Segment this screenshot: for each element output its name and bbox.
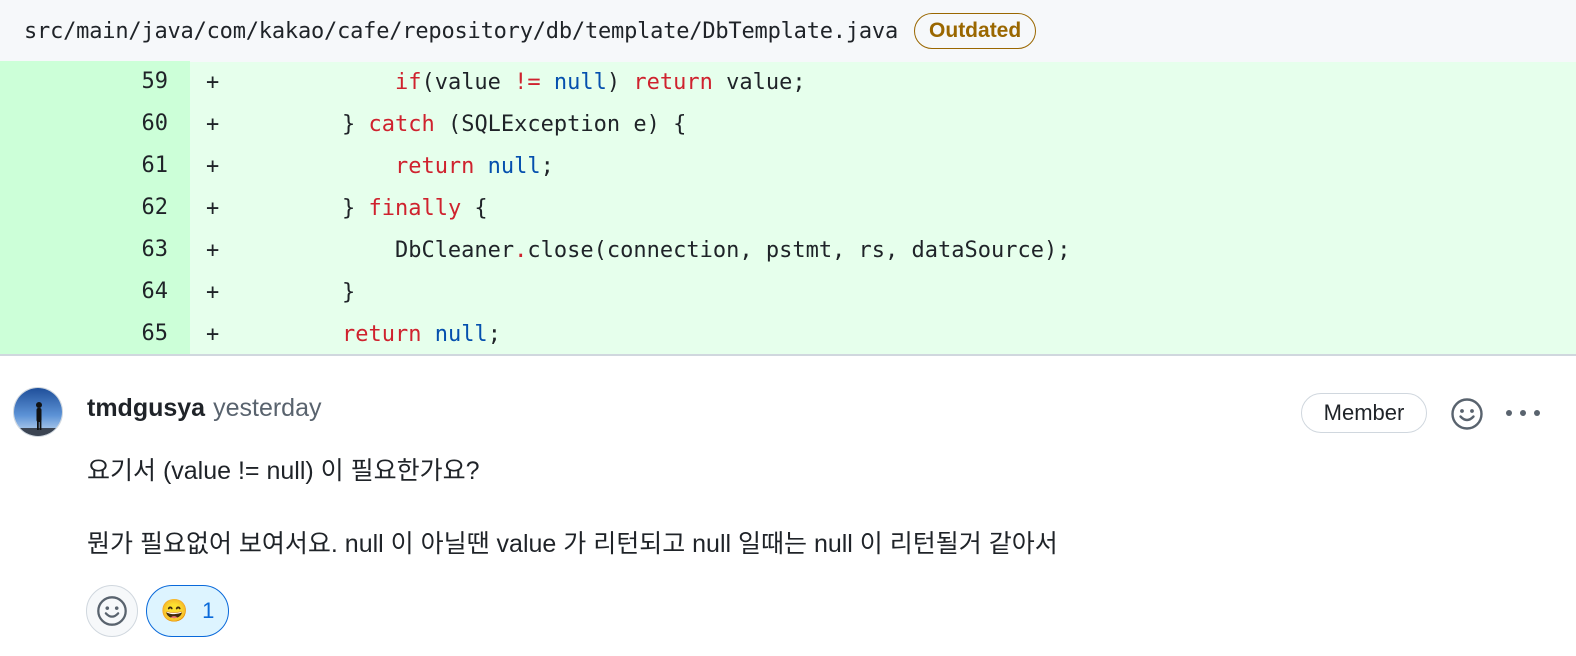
code-keyword: catch [368, 111, 435, 137]
code-text: ) [606, 69, 634, 95]
file-path[interactable]: src/main/java/com/kakao/cafe/repository/… [24, 19, 898, 44]
divider [0, 354, 1576, 356]
user-avatar-image [14, 388, 62, 436]
code-text: DbCleaner [394, 237, 515, 263]
diff-marker: + [206, 279, 220, 305]
diff-marker: + [206, 237, 220, 263]
diff-line: 64 + } [0, 271, 1576, 313]
code-text: value; [712, 69, 806, 95]
kebab-horizontal-icon [1506, 410, 1540, 416]
line-number[interactable]: 64 [0, 271, 190, 313]
line-number[interactable]: 63 [0, 229, 190, 271]
code-literal: null [421, 321, 488, 347]
line-number[interactable]: 62 [0, 187, 190, 229]
code-literal: null [540, 69, 607, 95]
smiley-icon [97, 596, 127, 626]
code-text: { [461, 195, 488, 221]
code-text: close(connection, pstmt, rs, dataSource)… [527, 237, 1071, 263]
comment-meta: tmdgusya yesterday [87, 394, 321, 423]
code-text: (value [421, 69, 515, 95]
code-keyword: return [341, 321, 422, 347]
avatar[interactable] [13, 387, 63, 437]
diff-line: 59 + if(value != null) return value; [0, 61, 1576, 103]
diff-line: 65 + return null; [0, 313, 1576, 355]
reaction-smile-button[interactable]: 😄 1 [146, 585, 229, 637]
add-reaction-button[interactable] [1449, 396, 1485, 432]
diff-marker: + [206, 195, 220, 221]
code-text: } [341, 111, 369, 137]
line-number[interactable]: 61 [0, 145, 190, 187]
diff-marker: + [206, 111, 220, 137]
diff-line: 61 + return null; [0, 145, 1576, 187]
code-line: DbCleaner.close(connection, pstmt, rs, d… [236, 237, 1071, 263]
code-keyword: != [514, 69, 541, 95]
file-header: src/main/java/com/kakao/cafe/repository/… [0, 0, 1576, 62]
diff-marker: + [206, 321, 220, 347]
code-line: return null; [236, 322, 501, 347]
code-keyword: . [514, 237, 528, 263]
code-text: } [341, 279, 356, 305]
code-text: ; [487, 321, 501, 347]
comment-paragraph-1: 요기서 (value != null) 이 필요한가요? [87, 457, 480, 485]
code-text: } [341, 195, 369, 221]
diff-line: 62 + } finally { [0, 187, 1576, 229]
grinning-face-icon: 😄 [160, 598, 189, 623]
add-reaction-button-footer[interactable] [86, 585, 138, 637]
code-line: } finally { [236, 196, 488, 221]
member-badge: Member [1301, 393, 1427, 433]
outdated-badge: Outdated [914, 13, 1037, 49]
code-line: } catch (SQLException e) { [236, 112, 686, 137]
line-number[interactable]: 60 [0, 103, 190, 145]
code-keyword: if [394, 69, 422, 95]
code-keyword: return [394, 153, 475, 179]
code-keyword: return [633, 69, 713, 95]
code-literal: null [474, 153, 541, 179]
comment-paragraph-2: 뭔가 필요없어 보여서요. null 이 아닐땐 value 가 리턴되고 nu… [87, 530, 1058, 558]
diff-line: 63 + DbCleaner.close(connection, pstmt, r… [0, 229, 1576, 271]
code-line: } [236, 280, 355, 305]
comment-author[interactable]: tmdgusya [87, 394, 205, 423]
code-text: (SQLException e) { [434, 111, 687, 137]
diff-marker: + [206, 69, 220, 95]
reaction-count: 1 [202, 598, 215, 623]
code-text: ; [540, 153, 554, 179]
code-line: return null; [236, 154, 554, 179]
line-number[interactable]: 65 [0, 313, 190, 355]
code-line: if(value != null) return value; [236, 70, 806, 95]
smiley-icon [1451, 398, 1483, 430]
line-number[interactable]: 59 [0, 61, 190, 103]
more-options-button[interactable] [1503, 398, 1543, 428]
comment-timestamp[interactable]: yesterday [213, 394, 321, 423]
diff-line: 60 + } catch (SQLException e) { [0, 103, 1576, 145]
diff-hunk: 59 + if(value != null) return value; 60 + }… [0, 61, 1576, 355]
diff-marker: + [206, 153, 220, 179]
code-keyword: finally [368, 195, 462, 221]
